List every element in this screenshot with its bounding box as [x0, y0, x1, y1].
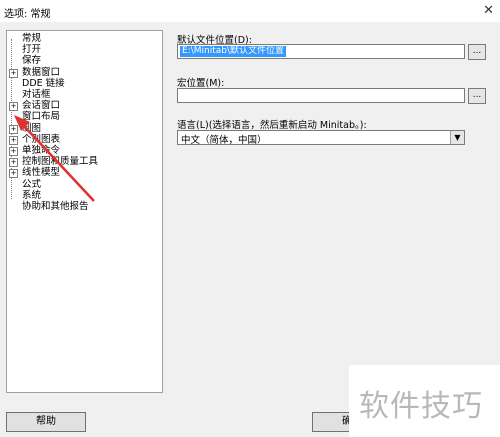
- watermark: 软件技巧: [349, 365, 500, 437]
- watermark-text: 软件技巧: [359, 389, 483, 424]
